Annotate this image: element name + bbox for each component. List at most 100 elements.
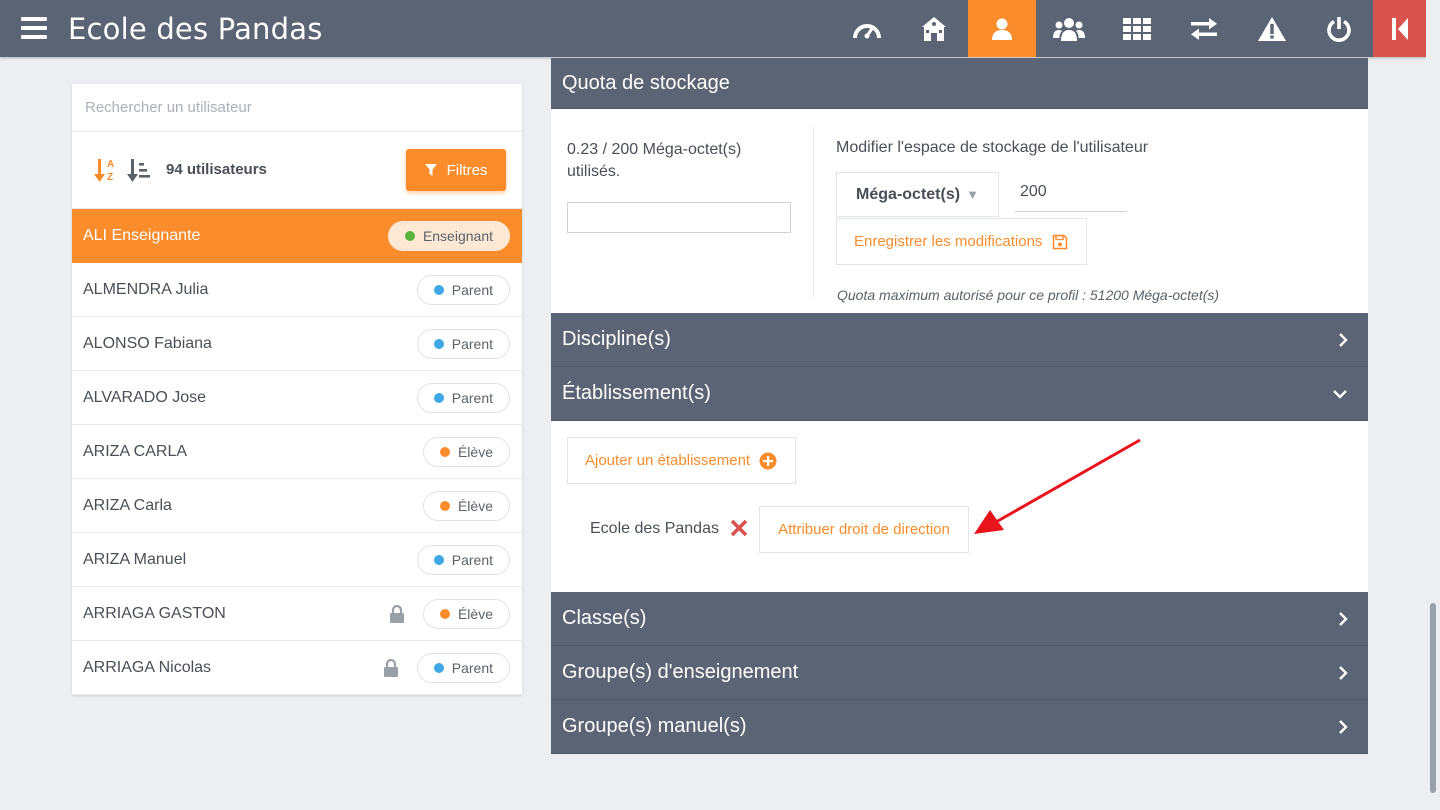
role-dot-icon (439, 608, 450, 619)
quota-section-body: 0.23 / 200 Méga-octet(s) utilisés. Modif… (551, 109, 1368, 313)
role-label: Parent (451, 335, 493, 352)
remove-icon[interactable] (729, 518, 749, 538)
user-name: ARRIAGA Nicolas (83, 658, 212, 676)
role-badge: Enseignant (387, 220, 510, 251)
groupe-manuel-section-header[interactable]: Groupe(s) manuel(s) (551, 700, 1368, 754)
user-list-item[interactable]: ALI Enseignante Enseignant (72, 209, 522, 263)
add-etablissement-button[interactable]: Ajouter un établissement (567, 437, 796, 484)
divider (813, 127, 814, 297)
grid-icon[interactable] (1103, 0, 1171, 57)
user-list-item[interactable]: ALONSO Fabiana Parent (72, 317, 522, 371)
user-icon[interactable] (968, 0, 1036, 57)
save-quota-label: Enregistrer les modifications (854, 233, 1043, 250)
users-group-icon[interactable] (1036, 0, 1104, 57)
nav-icons (833, 0, 1426, 57)
unit-select-value: Méga-octet(s) (856, 185, 961, 203)
etablissement-name: Ecole des Pandas (590, 520, 719, 537)
sort-list-icon[interactable] (127, 157, 151, 188)
role-badge: Parent (416, 544, 510, 575)
user-list-item[interactable]: ARRIAGA Nicolas Parent (72, 641, 522, 695)
user-name: ARIZA CARLA (83, 442, 188, 460)
discipline-section-title: Discipline(s) (562, 328, 671, 350)
role-badge: Élève (422, 436, 510, 467)
chevron-down-icon (1333, 389, 1347, 399)
role-badge: Élève (422, 490, 510, 521)
lock-icon (383, 658, 398, 677)
floppy-disk-icon (1053, 234, 1068, 249)
svg-text:Z: Z (107, 172, 113, 183)
role-dot-icon (433, 392, 444, 403)
exchange-icon[interactable] (1171, 0, 1239, 57)
role-dot-icon (439, 500, 450, 511)
user-list-item[interactable]: ARIZA Manuel Parent (72, 533, 522, 587)
role-dot-icon (433, 284, 444, 295)
user-name: ARIZA Manuel (83, 550, 187, 568)
chevron-right-icon (1339, 665, 1348, 680)
annotation-arrow (974, 438, 1141, 534)
search-input[interactable] (72, 84, 522, 132)
user-detail-panel: Quota de stockage 0.23 / 200 Méga-octet(… (551, 58, 1368, 754)
role-label: Élève (457, 443, 493, 460)
role-badge: Élève (422, 598, 510, 629)
discipline-section-header[interactable]: Discipline(s) (551, 313, 1368, 367)
role-badge: Parent (416, 328, 510, 359)
filter-icon (424, 164, 437, 176)
quota-used-text: 0.23 / 200 Méga-octet(s) utilisés. (567, 141, 742, 180)
sort-alpha-icon[interactable]: AZ (94, 157, 118, 188)
role-dot-icon (433, 338, 444, 349)
groupe-enseignement-section-title: Groupe(s) d'enseignement (562, 661, 799, 683)
role-label: Parent (451, 551, 493, 568)
exit-icon[interactable] (1373, 0, 1426, 57)
user-list-item[interactable]: ALMENDRA Julia Parent (72, 263, 522, 317)
role-dot-icon (433, 662, 444, 673)
user-name: ALI Enseignante (83, 226, 201, 244)
user-list-item[interactable]: ARIZA Carla Élève (72, 479, 522, 533)
role-badge: Parent (416, 274, 510, 305)
quota-section-header: Quota de stockage (551, 58, 1368, 109)
scrollbar-thumb[interactable] (1430, 603, 1436, 793)
filter-button-label: Filtres (446, 161, 488, 179)
school-icon[interactable] (901, 0, 969, 57)
user-name: ARIZA Carla (83, 496, 172, 514)
filter-button[interactable]: Filtres (406, 149, 506, 191)
warning-icon[interactable] (1238, 0, 1306, 57)
user-list-item[interactable]: ALVARADO Jose Parent (72, 371, 522, 425)
user-list-item[interactable]: ARIZA CARLA Élève (72, 425, 522, 479)
role-label: Parent (451, 389, 493, 406)
quota-value-input[interactable] (1015, 172, 1127, 212)
role-label: Enseignant (422, 227, 493, 244)
user-list-item[interactable]: ARRIAGA GASTON Élève (72, 587, 522, 641)
add-etablissement-label: Ajouter un établissement (585, 452, 751, 469)
unit-select[interactable]: Méga-octet(s) ▼ (836, 172, 999, 217)
user-list: ALI Enseignante Enseignant ALMENDRA Julia P… (72, 209, 522, 695)
role-label: Parent (451, 659, 493, 676)
assign-direction-label: Attribuer droit de direction (778, 521, 950, 538)
classe-section-title: Classe(s) (562, 607, 647, 629)
groupe-enseignement-section-header[interactable]: Groupe(s) d'enseignement (551, 646, 1368, 700)
classe-section-header[interactable]: Classe(s) (551, 592, 1368, 646)
groupe-manuel-section-title: Groupe(s) manuel(s) (562, 715, 747, 737)
role-dot-icon (404, 230, 415, 241)
etablissement-section-title: Établissement(s) (562, 382, 711, 404)
role-badge: Parent (416, 652, 510, 683)
quota-modify-label: Modifier l'espace de stockage de l'utili… (836, 139, 1149, 156)
user-name: ALONSO Fabiana (83, 334, 212, 352)
user-name: ALMENDRA Julia (83, 280, 209, 298)
save-quota-button[interactable]: Enregistrer les modifications (836, 218, 1087, 265)
dashboard-icon[interactable] (833, 0, 901, 57)
chevron-right-icon (1339, 611, 1348, 626)
app-title: Ecole des Pandas (68, 12, 323, 46)
user-name: ARRIAGA GASTON (83, 604, 226, 622)
assign-direction-button[interactable]: Attribuer droit de direction (759, 506, 969, 553)
user-list-panel: AZ 94 utilisateurs Filtres ALI Enseignan… (72, 84, 522, 695)
chevron-right-icon (1339, 332, 1348, 347)
quota-section-title: Quota de stockage (562, 71, 730, 94)
user-count: 94 utilisateurs (166, 161, 267, 178)
power-icon[interactable] (1306, 0, 1374, 57)
menu-icon[interactable] (21, 17, 47, 39)
etablissement-section-header[interactable]: Établissement(s) (551, 367, 1368, 421)
top-navigation-bar: Ecole des Pandas (0, 0, 1426, 57)
lock-icon (389, 604, 404, 623)
role-dot-icon (433, 554, 444, 565)
quota-usage-bar (567, 202, 791, 233)
